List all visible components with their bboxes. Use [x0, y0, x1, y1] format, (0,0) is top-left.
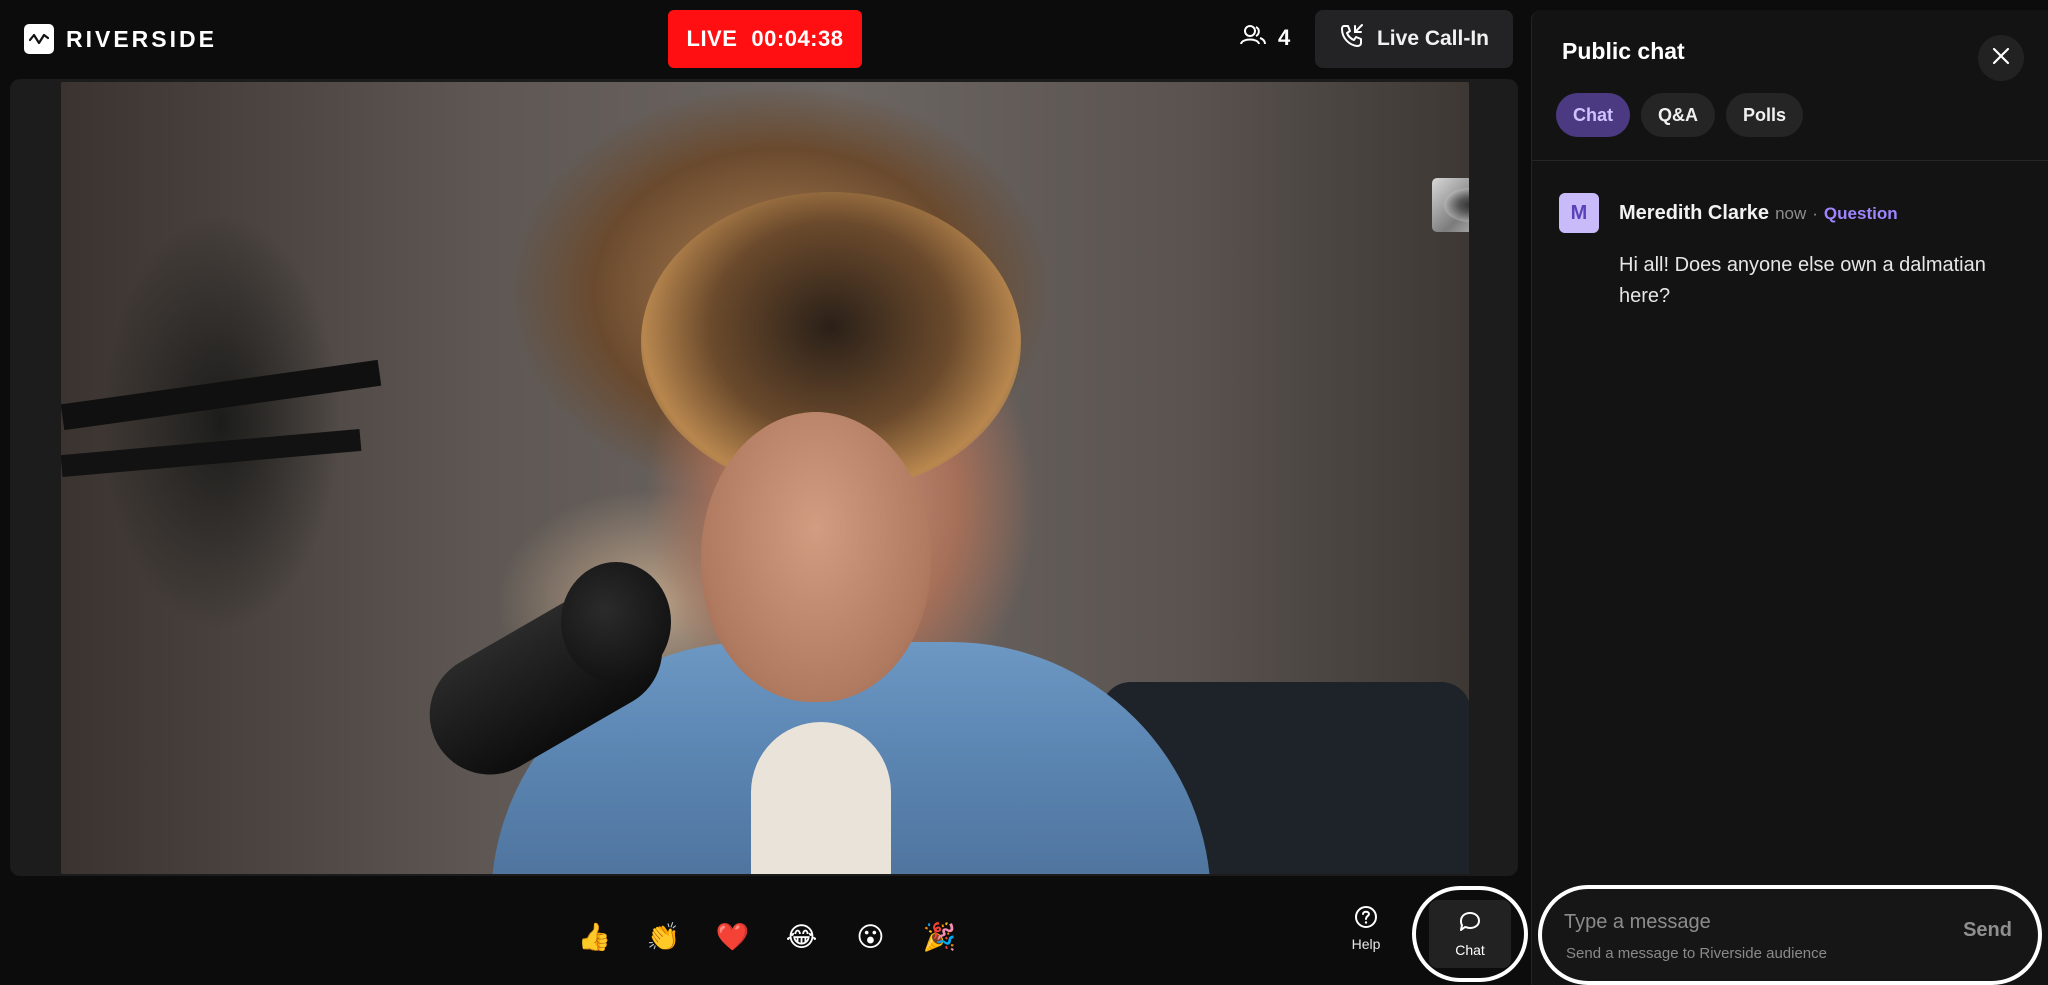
tab-qa[interactable]: Q&A — [1641, 93, 1715, 137]
reaction-party-popper-icon[interactable]: 🎉 — [905, 915, 974, 959]
live-label: LIVE — [686, 26, 738, 51]
live-timer: 00:04:38 — [751, 26, 844, 51]
message-time: now — [1775, 204, 1807, 223]
help-label: Help — [1351, 936, 1381, 952]
composer-hint: Send a message to Riverside audience — [1566, 945, 1827, 962]
tab-polls[interactable]: Polls — [1726, 93, 1804, 137]
reactions-bar: 👍 👏 ❤️ 😂 😮 🎉 — [560, 915, 974, 959]
help-button[interactable]: Help — [1340, 905, 1392, 965]
tab-chat[interactable]: Chat — [1556, 93, 1630, 137]
phone-call-icon — [1339, 23, 1365, 55]
close-icon — [1992, 47, 2010, 70]
users-icon — [1240, 24, 1266, 52]
reaction-laughing-face-icon[interactable]: 😂 — [767, 915, 836, 959]
send-button[interactable]: Send — [1963, 919, 2012, 942]
chat-toggle-inner: Chat — [1429, 900, 1511, 968]
host-video-feed[interactable] — [61, 82, 1469, 874]
microphone-head — [561, 562, 671, 682]
panel-divider — [1532, 160, 2048, 161]
reaction-heart-icon[interactable]: ❤️ — [698, 915, 767, 959]
host-face — [701, 412, 931, 702]
reaction-clapping-hands-icon[interactable]: 👏 — [629, 915, 698, 959]
background-plant — [101, 212, 341, 632]
riverside-logo: RIVERSIDE — [24, 24, 217, 54]
picture-in-picture-thumbnail[interactable] — [1432, 178, 1469, 232]
reaction-thumbs-up-icon[interactable]: 👍 — [560, 915, 629, 959]
message-author: Meredith Clarke — [1619, 202, 1770, 224]
message-header: Meredith Clarke now · Question — [1619, 202, 1898, 225]
chat-label: Chat — [1455, 941, 1485, 958]
viewer-count-value: 4 — [1278, 25, 1291, 50]
chat-toggle-button[interactable]: Chat — [1412, 886, 1528, 982]
message-input[interactable] — [1564, 911, 1944, 934]
live-status-badge: LIVE 00:04:38 — [668, 10, 862, 68]
panel-title: Public chat — [1562, 38, 1685, 64]
reaction-surprised-face-icon[interactable]: 😮 — [836, 915, 905, 959]
chat-tabs: Chat Q&A Polls — [1556, 93, 1804, 137]
close-panel-button[interactable] — [1978, 35, 2024, 81]
avatar: M — [1559, 193, 1599, 233]
live-call-in-button[interactable]: Live Call-In — [1315, 10, 1513, 68]
waveform-logo-icon — [24, 24, 54, 54]
host-undershirt — [751, 722, 891, 874]
live-call-in-label: Live Call-In — [1376, 27, 1490, 50]
viewer-count[interactable]: 4 — [1240, 24, 1290, 52]
chat-bubble-icon — [1458, 911, 1482, 936]
public-chat-panel: Public chat Chat Q&A Polls M Meredith Cl… — [1531, 10, 2048, 985]
message-tag: Question — [1823, 204, 1898, 223]
message-separator: · — [1812, 204, 1818, 223]
brand-name: RIVERSIDE — [66, 25, 217, 52]
message-composer: Send a message to Riverside audience Sen… — [1538, 885, 2042, 985]
question-circle-icon — [1354, 905, 1378, 932]
message-text: Hi all! Does anyone else own a dalmatian… — [1619, 254, 1986, 307]
